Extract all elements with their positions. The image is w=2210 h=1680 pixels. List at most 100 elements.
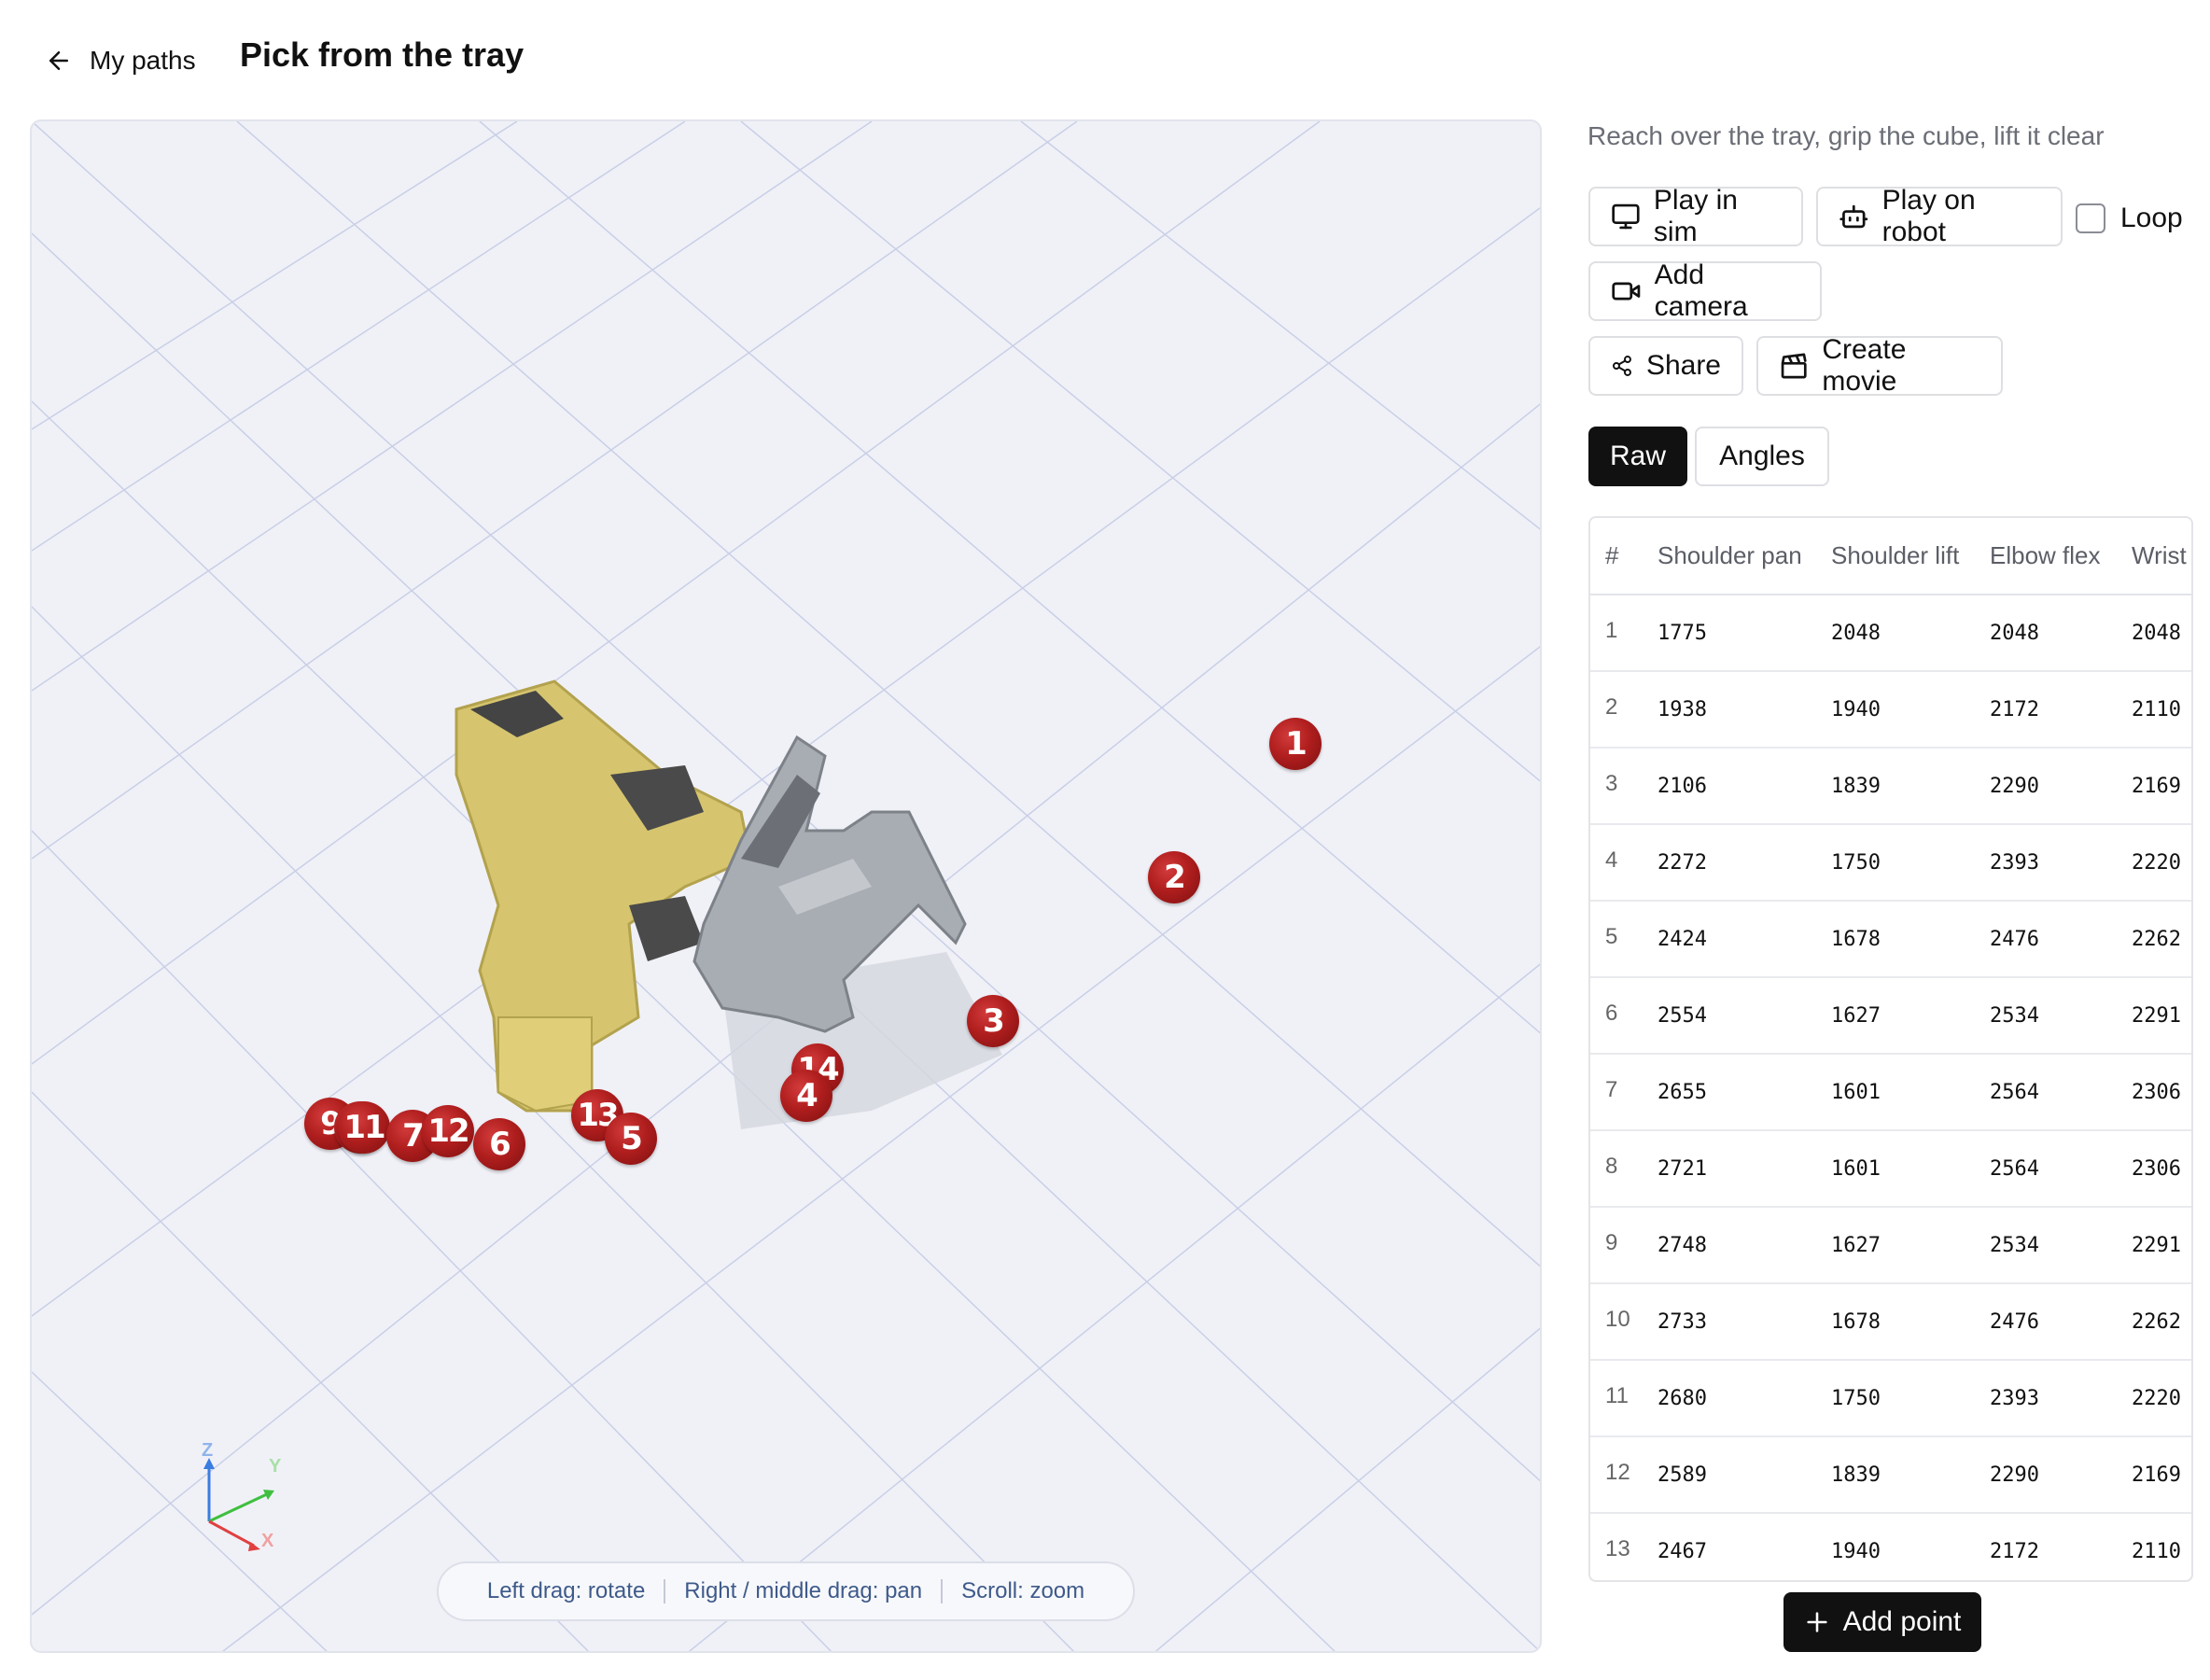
cell-value[interactable]: 2534 (1990, 977, 2132, 1055)
play-on-robot-label: Play on robot (1881, 185, 1976, 247)
cell-value[interactable]: 1601 (1831, 1130, 1990, 1208)
table-row[interactable]: 8 2721 1601 2564 2306 (1590, 1130, 2191, 1208)
cell-value[interactable]: 2169 (2132, 748, 2191, 825)
cell-value[interactable]: 2172 (1990, 1513, 2132, 1580)
cell-index: 13 (1590, 1513, 1658, 1580)
create-movie-button[interactable]: Create movie (1756, 334, 2003, 397)
table-row[interactable]: 2 1938 1940 2172 2110 (1590, 671, 2191, 749)
table-row[interactable]: 4 2272 1750 2393 2220 (1590, 824, 2191, 902)
cell-value[interactable]: 2290 (1990, 748, 2132, 825)
share-button[interactable]: Share (1588, 336, 1743, 396)
table-row[interactable]: 12 2589 1839 2290 2169 (1590, 1436, 2191, 1514)
cell-value[interactable]: 1938 (1658, 671, 1831, 749)
loop-checkbox[interactable] (2076, 203, 2105, 233)
table-row[interactable]: 9 2748 1627 2534 2291 (1590, 1207, 2191, 1284)
cell-value[interactable]: 1750 (1831, 824, 1990, 902)
play-on-robot-button[interactable]: Play on robot (1816, 185, 2063, 247)
cell-value[interactable]: 2048 (1990, 595, 2132, 672)
play-in-sim-button[interactable]: Play in sim (1588, 185, 1803, 247)
waypoint-marker-4[interactable]: 4 (780, 1070, 832, 1122)
table-row[interactable]: 1 1775 2048 2048 2048 (1590, 595, 2191, 672)
back-to-my-paths-link[interactable]: My paths (45, 37, 196, 84)
cell-value[interactable]: 2172 (1990, 671, 2132, 749)
cell-value[interactable]: 2106 (1658, 748, 1831, 825)
cell-value[interactable]: 2589 (1658, 1436, 1831, 1514)
waypoint-marker-6[interactable]: 6 (473, 1118, 525, 1170)
scene-canvas[interactable] (32, 121, 1542, 1653)
cell-index: 12 (1590, 1436, 1658, 1514)
table-row[interactable]: 5 2424 1678 2476 2262 (1590, 901, 2191, 978)
cell-value[interactable]: 2733 (1658, 1283, 1831, 1361)
table-row[interactable]: 10 2733 1678 2476 2262 (1590, 1283, 2191, 1361)
table-row[interactable]: 3 2106 1839 2290 2169 (1590, 748, 2191, 825)
robot-arm-model[interactable] (455, 679, 752, 1113)
cell-value[interactable]: 2655 (1658, 1054, 1831, 1131)
cell-value[interactable]: 1627 (1831, 1207, 1990, 1284)
cell-value[interactable]: 2721 (1658, 1130, 1831, 1208)
cell-value[interactable]: 2290 (1990, 1436, 2132, 1514)
cell-value[interactable]: 2220 (2132, 1360, 2191, 1437)
cell-value[interactable]: 1678 (1831, 901, 1990, 978)
table-row[interactable]: 7 2655 1601 2564 2306 (1590, 1054, 2191, 1131)
table-row[interactable]: 6 2554 1627 2534 2291 (1590, 977, 2191, 1055)
tab-angles[interactable]: Angles (1695, 427, 1829, 486)
cell-value[interactable]: 2110 (2132, 1513, 2191, 1580)
cell-value[interactable]: 2393 (1990, 1360, 2132, 1437)
cell-value[interactable]: 2554 (1658, 977, 1831, 1055)
table-body: 1 1775 2048 2048 2048 2 1938 1940 2172 2110 3 210… (1590, 595, 2191, 1580)
cell-value[interactable]: 2467 (1658, 1513, 1831, 1580)
cell-value[interactable]: 1775 (1658, 595, 1831, 672)
table-row[interactable]: 13 2467 1940 2172 2110 (1590, 1513, 2191, 1580)
cell-value[interactable]: 2748 (1658, 1207, 1831, 1284)
robot-icon (1839, 204, 1868, 229)
hint-rotate: Left drag: rotate (486, 1578, 646, 1603)
tab-raw[interactable]: Raw (1588, 427, 1687, 486)
cell-value[interactable]: 1750 (1831, 1360, 1990, 1437)
share-icon (1612, 356, 1631, 376)
cell-value[interactable]: 2272 (1658, 824, 1831, 902)
cell-value[interactable]: 2476 (1990, 901, 2132, 978)
col-header-wrist: Wrist (2132, 518, 2191, 595)
cell-value[interactable]: 2048 (1831, 595, 1990, 672)
add-point-button[interactable]: Add point (1783, 1592, 1981, 1652)
back-link-label: My paths (90, 46, 196, 75)
path-description: Reach over the tray, grip the cube, lift… (1588, 121, 2105, 150)
cell-value[interactable]: 1678 (1831, 1283, 1990, 1361)
waypoint-table[interactable]: # Shoulder pan Shoulder lift Elbow flex … (1588, 516, 2193, 1582)
cell-value[interactable]: 2262 (2132, 901, 2191, 978)
cell-value[interactable]: 2262 (2132, 1283, 2191, 1361)
cell-value[interactable]: 2306 (2132, 1054, 2191, 1131)
cell-value[interactable]: 2564 (1990, 1054, 2132, 1131)
cell-value[interactable]: 2393 (1990, 824, 2132, 902)
cell-value[interactable]: 2291 (2132, 977, 2191, 1055)
cell-value[interactable]: 1940 (1831, 1513, 1990, 1580)
cell-value[interactable]: 2169 (2132, 1436, 2191, 1514)
cell-value[interactable]: 1940 (1831, 671, 1990, 749)
cell-value[interactable]: 1601 (1831, 1054, 1990, 1131)
cell-value[interactable]: 2564 (1990, 1130, 2132, 1208)
cell-value[interactable]: 1627 (1831, 977, 1990, 1055)
waypoint-marker-3[interactable]: 3 (967, 995, 1019, 1047)
cell-value[interactable]: 2220 (2132, 824, 2191, 902)
loop-toggle[interactable]: Loop (2076, 200, 2183, 237)
cell-value[interactable]: 2534 (1990, 1207, 2132, 1284)
cell-value[interactable]: 2476 (1990, 1283, 2132, 1361)
cell-value[interactable]: 2306 (2132, 1130, 2191, 1208)
cell-value[interactable]: 1839 (1831, 1436, 1990, 1514)
waypoint-marker-5[interactable]: 5 (605, 1113, 657, 1165)
cell-index: 10 (1590, 1283, 1658, 1361)
cell-value[interactable]: 2110 (2132, 671, 2191, 749)
cell-value[interactable]: 2424 (1658, 901, 1831, 978)
waypoint-marker-11[interactable]: 11 (338, 1101, 390, 1154)
waypoint-marker-1[interactable]: 1 (1269, 718, 1322, 770)
waypoint-marker-12[interactable]: 12 (422, 1105, 474, 1157)
cell-value[interactable]: 2291 (2132, 1207, 2191, 1284)
3d-viewport[interactable]: 1 2 3 14 4 13 5 9 8 11 7 12 6 Z Y X Left… (30, 119, 1542, 1653)
cell-value[interactable]: 1839 (1831, 748, 1990, 825)
cell-value[interactable]: 2048 (2132, 595, 2191, 672)
table-row[interactable]: 11 2680 1750 2393 2220 (1590, 1360, 2191, 1437)
waypoint-marker-2[interactable]: 2 (1148, 851, 1200, 903)
table-header-row: # Shoulder pan Shoulder lift Elbow flex … (1590, 518, 2191, 595)
add-camera-button[interactable]: Add camera (1588, 259, 1822, 322)
cell-value[interactable]: 2680 (1658, 1360, 1831, 1437)
